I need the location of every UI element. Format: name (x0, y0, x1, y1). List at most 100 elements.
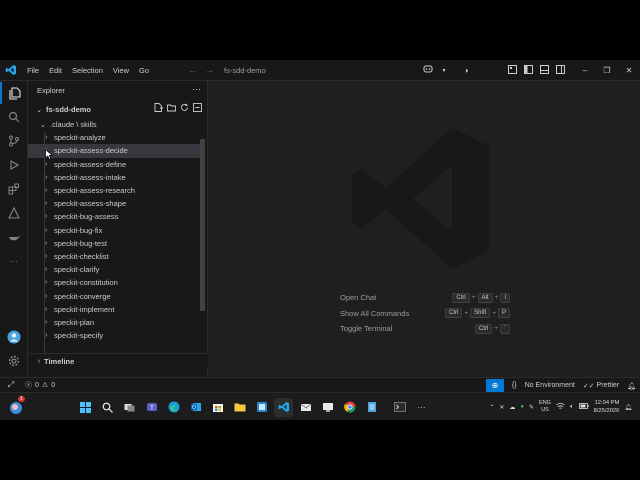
tree-item[interactable]: › speckit-assess-define (28, 158, 200, 171)
tree-item[interactable]: › speckit-checklist (28, 250, 200, 263)
taskbar-search-icon[interactable] (98, 398, 117, 417)
key-separator: + (494, 325, 498, 333)
tree-item[interactable]: › speckit-plan (28, 316, 200, 329)
zoom-icon[interactable]: ⊕ (485, 379, 504, 392)
run-debug-icon[interactable] (0, 154, 28, 176)
tree-item[interactable]: › speckit-converge (28, 289, 200, 302)
new-file-icon[interactable] (154, 103, 163, 114)
source-control-icon[interactable] (0, 130, 28, 152)
mail-icon[interactable] (296, 398, 315, 417)
editor-area: Open Chat Ctrl + Alt + I Show All Commands Ctrl… (209, 81, 640, 377)
teams-icon[interactable]: T (142, 398, 161, 417)
tree-item-label: speckit-bug-fix (54, 225, 103, 235)
chrome-icon[interactable] (340, 398, 359, 417)
tray-status-icon[interactable]: ● (520, 404, 524, 410)
account-avatar[interactable] (0, 326, 28, 348)
task-view-icon[interactable] (120, 398, 139, 417)
vscode-watermark-logo (347, 121, 497, 278)
battery-icon[interactable] (578, 403, 589, 411)
toggle-secondary-sidebar-icon[interactable] (552, 65, 568, 76)
settings-gear-icon[interactable] (0, 350, 28, 372)
tree-item-label: speckit-analyze (54, 133, 106, 143)
tree-item[interactable]: › speckit-bug-test (28, 237, 200, 250)
problems-indicator[interactable]: ⓧ 0 ⚠ 0 (25, 380, 55, 390)
more-apps-icon[interactable]: ··· (412, 398, 431, 417)
prettier-status[interactable]: Prettier (597, 382, 620, 389)
tree-item[interactable]: › speckit-bug-fix (28, 224, 200, 237)
testing-icon[interactable] (0, 202, 28, 224)
tray-app-icon[interactable]: ✕ (499, 404, 504, 411)
tray-overflow-icon[interactable]: ⌃ (489, 404, 494, 411)
notification-center-icon[interactable]: 🔔︎ (624, 404, 632, 411)
volume-icon[interactable]: 🔈︎ (570, 404, 574, 411)
wifi-icon[interactable] (556, 402, 565, 412)
weather-icon[interactable]: 1 (8, 396, 25, 415)
edge-icon[interactable] (164, 398, 183, 417)
tree-item[interactable]: › speckit-specify (28, 329, 200, 342)
search-icon[interactable] (0, 106, 28, 128)
svg-text:T: T (150, 406, 154, 412)
tree-item[interactable]: › speckit-assess-intake (28, 171, 200, 184)
app-icon-blue[interactable] (252, 398, 271, 417)
menu-selection[interactable]: Selection (67, 66, 108, 75)
forward-icon[interactable]: → (205, 65, 214, 75)
restore-icon[interactable]: ❐ (596, 66, 618, 75)
command-center[interactable]: fs-sdd-demo (224, 66, 266, 75)
shortcut-label: Show All Commands (340, 308, 410, 318)
tree-item-label: speckit-constitution (54, 278, 118, 288)
refresh-icon[interactable] (180, 103, 189, 114)
more-icon[interactable]: ··· (0, 250, 28, 272)
accounts-icon[interactable]: ◑ (458, 66, 474, 75)
tray-paint-icon[interactable]: ✎ (529, 404, 534, 411)
outlook-icon[interactable]: O (186, 398, 205, 417)
tree-item[interactable]: ›speckit-assess-decide (28, 144, 200, 158)
toggle-sidebar-icon[interactable] (520, 65, 536, 76)
menu-view[interactable]: View (108, 66, 134, 75)
tray-cloud-icon[interactable]: ☁ (509, 404, 515, 411)
vscode-taskbar-icon[interactable] (274, 397, 293, 417)
minimize-icon[interactable]: – (574, 66, 596, 75)
terminal-icon[interactable] (390, 398, 409, 417)
tree-item[interactable]: › speckit-implement (28, 303, 200, 316)
tree-item-label: speckit-converge (54, 291, 111, 301)
timeline-section[interactable]: › Timeline (28, 353, 208, 369)
workspace-root-label: fs-sdd-demo (46, 105, 91, 114)
back-icon[interactable]: ← (188, 65, 197, 75)
start-icon[interactable] (76, 398, 95, 417)
tree-item[interactable]: › speckit-constitution (28, 276, 200, 289)
explorer-icon[interactable] (0, 82, 28, 104)
toggle-panel-icon[interactable] (536, 65, 552, 76)
keycap: Ctrl (445, 308, 463, 319)
tree-item[interactable]: › speckit-analyze (28, 131, 200, 144)
remote-icon[interactable]: ⤢ (0, 378, 22, 393)
layout-icon[interactable] (504, 65, 520, 76)
clock[interactable]: 12:04 PM 8/25/2026 (594, 399, 620, 415)
tree-item[interactable]: › speckit-clarify (28, 263, 200, 276)
menu-file[interactable]: File (22, 66, 44, 75)
tree-item[interactable]: › speckit-assess-shape (28, 197, 200, 210)
file-explorer-icon[interactable] (230, 398, 249, 417)
tree-folder[interactable]: ⌄ .claude \ skills (28, 118, 200, 131)
menu-edit[interactable]: Edit (44, 66, 67, 75)
new-folder-icon[interactable] (167, 103, 176, 114)
environment-status[interactable]: No Environment (525, 382, 575, 389)
menu-go[interactable]: Go (134, 66, 154, 75)
prettier-check-icon: ✓✓ (582, 382, 595, 390)
close-icon[interactable]: ✕ (618, 66, 640, 75)
docker-icon[interactable] (0, 226, 28, 248)
tree-item[interactable]: › speckit-bug-assess (28, 210, 200, 223)
chevron-down-icon[interactable]: ▾ (436, 67, 452, 74)
notepad-icon[interactable] (362, 398, 381, 417)
workspace-root[interactable]: ⌄ fs-sdd-demo (28, 103, 208, 116)
collapse-all-icon[interactable] (193, 103, 202, 114)
explorer-actions (154, 103, 202, 114)
remote-desktop-icon[interactable] (318, 398, 337, 417)
copilot-icon[interactable] (420, 65, 436, 76)
language-indicator[interactable]: ENG US (539, 400, 551, 414)
tree-item[interactable]: › speckit-assess-research (28, 184, 200, 197)
store-icon[interactable] (208, 398, 227, 417)
notifications-bell-icon[interactable]: 🔔︎ (627, 382, 636, 390)
sidebar-scrollbar[interactable] (200, 139, 205, 311)
explorer-more-icon[interactable]: ··· (192, 84, 201, 94)
extensions-icon[interactable] (0, 178, 28, 200)
